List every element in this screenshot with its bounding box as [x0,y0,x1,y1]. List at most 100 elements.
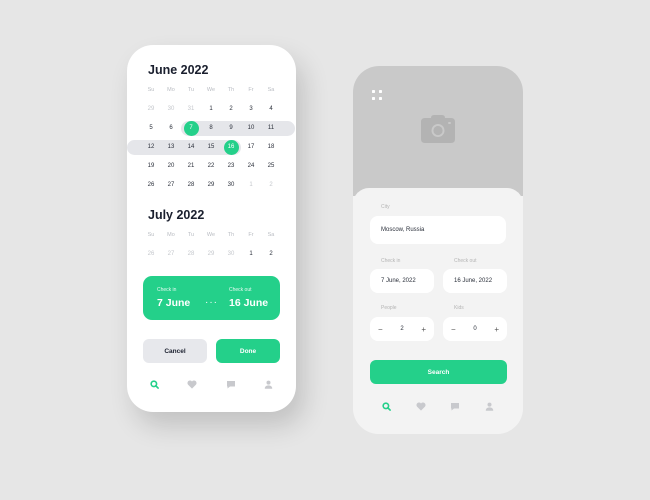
calendar-day[interactable]: 4 [261,100,281,119]
kids-increment-button[interactable]: + [494,325,499,334]
chat-icon [451,402,460,410]
checkin-field-label: Check in [381,258,401,264]
weekday-label: Sa [267,232,275,238]
calendar-day-selected[interactable]: 16 [221,138,241,157]
calendar-day[interactable]: 22 [201,157,221,176]
calendar-week-row: 26 27 28 29 30 1 2 [141,176,281,195]
calendar-day[interactable]: 24 [241,157,261,176]
weekday-label: Su [147,87,155,93]
date-range-summary: Check in 7 June ··· Check out 16 June [143,276,280,320]
calendar-day[interactable]: 29 [141,100,161,119]
search-card: City Moscow, Russia Check in 7 June, 202… [353,66,523,434]
calendar-week-row: 19 20 21 22 23 24 25 [141,157,281,176]
calendar-day-selected[interactable]: 7 [181,119,201,138]
calendar-day[interactable]: 2 [261,245,281,264]
kids-label: Kids [454,305,464,311]
calendar-day[interactable]: 20 [161,157,181,176]
cancel-button[interactable]: Cancel [143,339,207,363]
nav-messages[interactable] [448,399,462,413]
calendar-day[interactable]: 30 [221,176,241,195]
calendar-day[interactable]: 26 [141,176,161,195]
calendar-day[interactable]: 8 [201,119,221,138]
calendar-day[interactable]: 15 [201,138,221,157]
calendar-week-row: 26 27 28 29 30 1 2 [141,245,281,264]
checkin-input[interactable]: 7 June, 2022 [370,269,434,293]
calendar-day[interactable]: 23 [221,157,241,176]
calendar-day[interactable]: 27 [161,245,181,264]
calendar-day[interactable]: 2 [261,176,281,195]
calendar-day[interactable]: 9 [221,119,241,138]
user-icon [486,402,494,411]
weekday-label: Fr [248,232,254,238]
people-label: People [381,305,397,311]
weekday-label: Su [147,232,155,238]
calendar-day[interactable]: 11 [261,119,281,138]
calendar-day[interactable]: 12 [141,138,161,157]
people-increment-button[interactable]: + [421,325,426,334]
calendar-day[interactable]: 31 [181,100,201,119]
calendar-week-row: 12 13 14 15 16 17 18 [127,138,281,157]
calendar-day[interactable]: 14 [181,138,201,157]
range-dots: ··· [205,297,218,308]
calendar-day[interactable]: 1 [241,245,261,264]
people-stepper: − 2 + [370,317,434,341]
june-calendar-grid: Su Mo Tu We Th Fr Sa 29 30 31 1 2 3 4 5 6 7 8 9 10 11 12 13 14 1… [127,81,295,195]
calendar-day[interactable]: 10 [241,119,261,138]
nav-favorites[interactable] [414,399,428,413]
calendar-day[interactable]: 5 [141,119,161,138]
month-title-june: June 2022 [148,63,209,77]
people-decrement-button[interactable]: − [378,325,383,334]
calendar-day[interactable]: 17 [241,138,261,157]
calendar-day[interactable]: 28 [181,245,201,264]
calendar-week-row: 29 30 31 1 2 3 4 [141,100,281,119]
checkout-input[interactable]: 16 June, 2022 [443,269,507,293]
weekday-label: Tu [187,87,195,93]
nav-search[interactable] [379,399,393,413]
calendar-week-row: 5 6 7 8 9 10 11 [141,119,295,138]
grid-menu-icon[interactable] [371,89,383,101]
weekday-label: Sa [267,87,275,93]
july-calendar-grid: Su Mo Tu We Th Fr Sa 26 27 28 29 30 1 2 [141,226,281,264]
city-input[interactable]: Moscow, Russia [370,216,506,244]
calendar-day[interactable]: 30 [161,100,181,119]
checkout-label: Check out [229,287,252,293]
weekday-header: Su Mo Tu We Th Fr Sa [141,81,281,100]
calendar-day[interactable]: 29 [201,176,221,195]
calendar-day[interactable]: 21 [181,157,201,176]
weekday-label: Tu [187,232,195,238]
calendar-day[interactable]: 1 [241,176,261,195]
search-icon [381,401,391,411]
nav-profile[interactable] [262,377,276,391]
calendar-day[interactable]: 26 [141,245,161,264]
photo-placeholder [353,66,523,196]
search-form: City Moscow, Russia Check in 7 June, 202… [353,188,523,434]
checkout-value: 16 June [229,297,269,309]
calendar-day[interactable]: 6 [161,119,181,138]
kids-value: 0 [473,326,477,332]
nav-profile[interactable] [483,399,497,413]
calendar-day[interactable]: 19 [141,157,161,176]
calendar-day[interactable]: 25 [261,157,281,176]
weekday-label: Mo [167,87,175,93]
heart-icon [416,402,426,411]
weekday-label: Th [227,87,235,93]
calendar-day[interactable]: 18 [261,138,281,157]
calendar-day[interactable]: 2 [221,100,241,119]
nav-messages[interactable] [224,377,238,391]
weekday-label: We [206,87,216,93]
calendar-day[interactable]: 13 [161,138,181,157]
calendar-day[interactable]: 28 [181,176,201,195]
calendar-day[interactable]: 29 [201,245,221,264]
nav-search[interactable] [147,377,161,391]
checkout-field-label: Check out [454,258,477,264]
calendar-day[interactable]: 27 [161,176,181,195]
calendar-day[interactable]: 30 [221,245,241,264]
checkin-value: 7 June [157,297,191,309]
calendar-day[interactable]: 1 [201,100,221,119]
bottom-nav [147,377,276,391]
nav-favorites[interactable] [185,377,199,391]
done-button[interactable]: Done [216,339,280,363]
kids-decrement-button[interactable]: − [451,325,456,334]
calendar-day[interactable]: 3 [241,100,261,119]
search-button[interactable]: Search [370,360,507,384]
